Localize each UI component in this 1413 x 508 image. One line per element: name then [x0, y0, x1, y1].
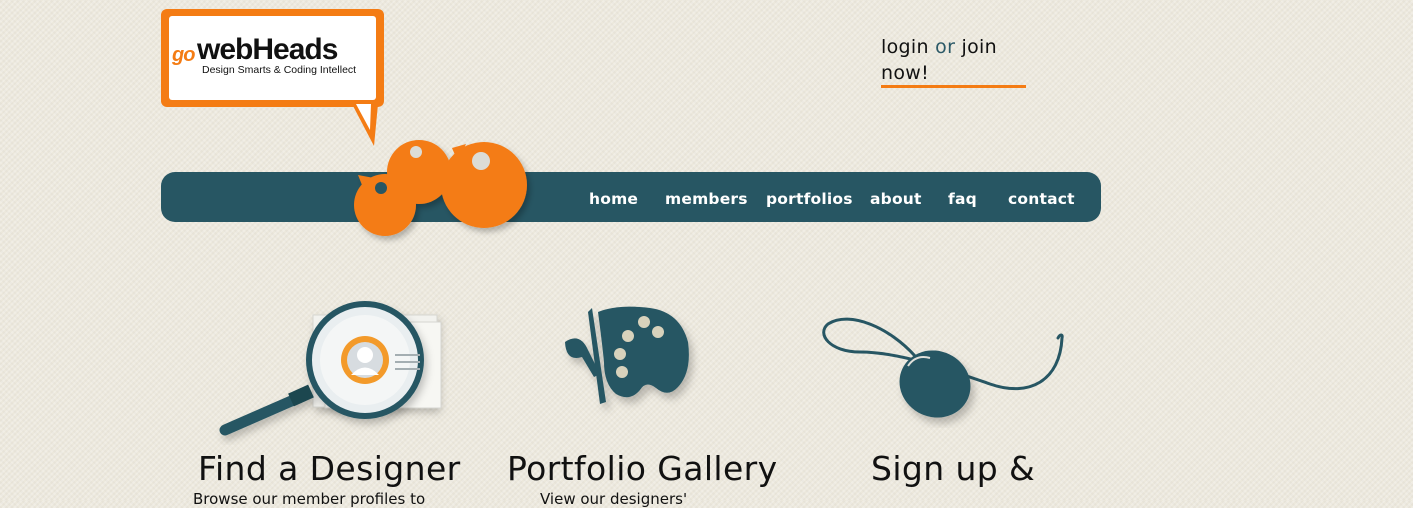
login-underline	[881, 85, 1026, 88]
login-link[interactable]: login	[881, 36, 929, 58]
magnifier-profile-icon[interactable]	[215, 300, 450, 445]
logo-name[interactable]: webHeads	[197, 33, 338, 67]
feature-desc-portfolio-gallery: View our designers'	[540, 490, 688, 508]
feature-desc-find-designer: Browse our member profiles to	[193, 490, 426, 508]
logo-tagline: Design Smarts & Coding Intellect	[202, 64, 357, 76]
nav-faq[interactable]: faq	[948, 190, 977, 208]
logo-prefix: go	[172, 44, 195, 66]
nav-about[interactable]: about	[870, 190, 922, 208]
feature-title-portfolio-gallery[interactable]: Portfolio Gallery	[507, 449, 778, 488]
join-now-link[interactable]: now!	[881, 62, 929, 84]
or-text: or	[935, 36, 956, 58]
mascot-bubbles-icon	[354, 140, 527, 236]
feature-title-sign-up[interactable]: Sign up &	[871, 449, 1035, 488]
nav-members[interactable]: members	[665, 190, 748, 208]
feature-title-find-designer[interactable]: Find a Designer	[198, 449, 461, 488]
join-link[interactable]: join	[962, 36, 997, 58]
nav-home[interactable]: home	[589, 190, 638, 208]
palette-butterfly-icon[interactable]	[560, 302, 700, 417]
nav-contact[interactable]: contact	[1008, 190, 1075, 208]
auth-links: login or join now!	[881, 34, 1026, 86]
computer-mouse-icon[interactable]	[820, 308, 1070, 428]
nav-portfolios[interactable]: portfolios	[766, 190, 853, 208]
